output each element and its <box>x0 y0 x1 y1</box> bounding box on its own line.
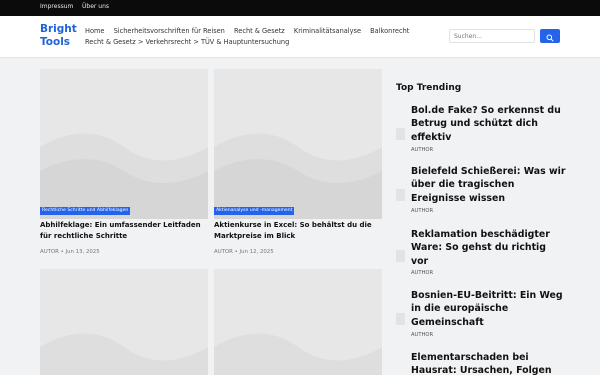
trending-title[interactable]: Elementarschaden bei Hausrat: Ursachen, … <box>411 351 566 375</box>
trending-author: AUTHOR <box>411 270 434 276</box>
top-utility-bar: Impressum Über uns <box>0 0 600 16</box>
nav-item-balkonrecht[interactable]: Balkonrecht <box>370 27 409 35</box>
placeholder-wave-image <box>214 333 382 375</box>
article-card[interactable] <box>214 269 382 375</box>
article-thumbnail[interactable] <box>214 69 382 219</box>
article-title[interactable]: Abhilfeklage: Ein umfassender Leitfaden … <box>40 220 208 242</box>
trending-author: AUTHOR <box>411 332 434 338</box>
site-logo[interactable]: Bright Tools <box>40 23 80 49</box>
trending-author: AUTHOR <box>411 147 434 153</box>
trending-title[interactable]: Reklamation beschädigter Ware: So gehst … <box>411 228 566 268</box>
article-card[interactable] <box>40 269 208 375</box>
trending-title[interactable]: Bielefeld Schießerei: Was wir über die t… <box>411 165 566 205</box>
nav-item-recht-gesetz[interactable]: Recht & Gesetz <box>234 27 285 35</box>
trending-thumbnail[interactable] <box>396 313 405 325</box>
article-card[interactable]: Aktienanalyse und -management Aktienkurs… <box>214 69 382 269</box>
nav-item-kriminalitaetsanalyse[interactable]: Kriminalitätsanalyse <box>294 27 361 35</box>
placeholder-wave-image <box>214 133 382 219</box>
placeholder-wave-image <box>40 133 208 219</box>
nav-item-sicherheitsvorschriften[interactable]: Sicherheitsvorschriften für Reisen <box>114 27 225 35</box>
trending-thumbnail[interactable] <box>396 128 405 140</box>
trending-thumbnail[interactable] <box>396 250 405 262</box>
site-header: Bright Tools Home Sicherheitsvorschrifte… <box>0 16 600 58</box>
about-link[interactable]: Über uns <box>82 3 109 10</box>
placeholder-wave-image <box>40 333 208 375</box>
trending-title[interactable]: Bol.de Fake? So erkennst du Betrug und s… <box>411 104 566 144</box>
article-meta: AUTOR • Jun 13, 2025 <box>40 249 100 255</box>
nav-item-verkehrsrecht-breadcrumb[interactable]: Recht & Gesetz > Verkehrsrecht > TÜV & H… <box>85 38 289 46</box>
category-badge[interactable]: Rechtliche Schritte und Abhilfeklagen <box>40 207 131 215</box>
article-meta: AUTOR • Jun 12, 2025 <box>214 249 274 255</box>
impressum-link[interactable]: Impressum <box>40 3 73 10</box>
article-card[interactable]: Rechtliche Schritte und Abhilfeklagen Ab… <box>40 69 208 269</box>
article-thumbnail[interactable] <box>214 269 382 375</box>
trending-thumbnail[interactable] <box>396 189 405 201</box>
nav-item-home[interactable]: Home <box>85 27 104 35</box>
main-nav: Home Sicherheitsvorschriften für Reisen … <box>85 26 448 48</box>
search-button[interactable] <box>540 29 560 43</box>
top-trending-heading: Top Trending <box>396 83 462 93</box>
trending-author: AUTHOR <box>411 208 434 214</box>
search-input[interactable] <box>449 29 535 43</box>
article-title[interactable]: Aktienkurse in Excel: So behältst du die… <box>214 220 382 242</box>
trending-title[interactable]: Bosnien-EU-Beitritt: Ein Weg in die euro… <box>411 289 566 329</box>
category-badge[interactable]: Aktienanalyse und -management <box>214 207 295 215</box>
article-thumbnail[interactable] <box>40 69 208 219</box>
search-icon <box>546 34 554 42</box>
article-thumbnail[interactable] <box>40 269 208 375</box>
